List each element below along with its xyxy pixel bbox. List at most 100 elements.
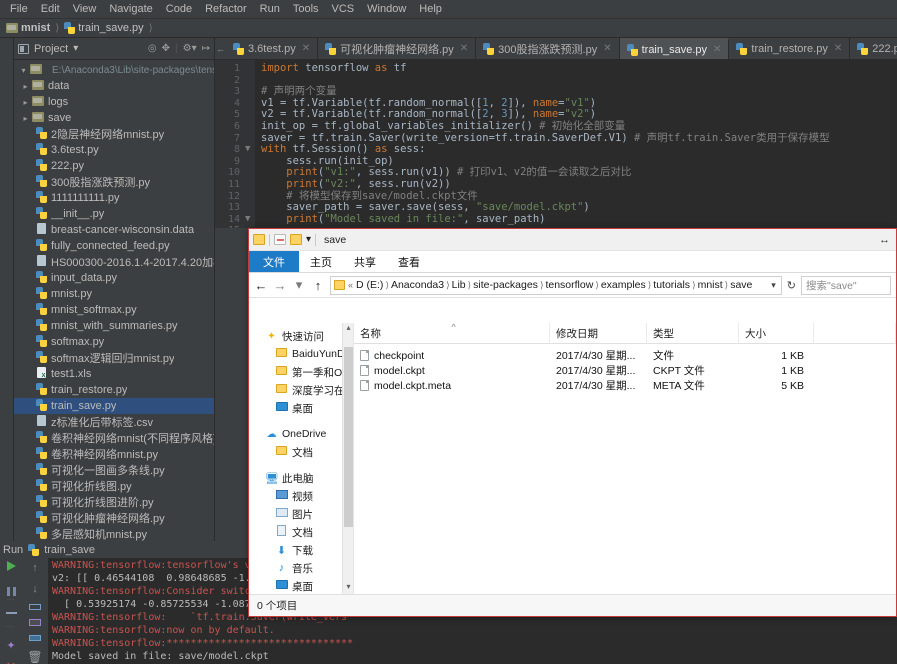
tree-item[interactable]: train_restore.py: [14, 382, 214, 398]
hide-panel-icon[interactable]: ↦: [202, 43, 210, 54]
tree-item[interactable]: 222.py: [14, 158, 214, 174]
code-folding-gutter[interactable]: ▼ ▼: [245, 60, 255, 228]
tree-item[interactable]: 卷积神经网络mnist(不同程序风格).py: [14, 430, 214, 446]
expand-all-icon[interactable]: ✥: [162, 43, 170, 54]
tree-item[interactable]: 3.6test.py: [14, 142, 214, 158]
fold-marker[interactable]: [245, 75, 255, 87]
address-segment[interactable]: D (E:): [356, 279, 383, 291]
new-folder-icon[interactable]: [290, 234, 302, 245]
close-tab-icon[interactable]: ✕: [460, 43, 468, 54]
tree-item[interactable]: mnist_softmax.py: [14, 302, 214, 318]
rerun-icon[interactable]: [6, 561, 16, 571]
fold-marker[interactable]: ▼: [245, 144, 255, 156]
fold-marker[interactable]: ▼: [245, 214, 255, 226]
nav-pane-item[interactable]: 桌面: [249, 399, 353, 417]
close-tab-icon[interactable]: ✕: [834, 43, 842, 54]
fold-marker[interactable]: [245, 98, 255, 110]
refresh-icon[interactable]: ↻: [787, 279, 796, 292]
fold-marker[interactable]: [245, 109, 255, 121]
address-segment[interactable]: Anaconda3: [391, 279, 444, 291]
editor-tab[interactable]: train_restore.py ✕: [729, 38, 851, 59]
menu-item-file[interactable]: File: [4, 1, 34, 18]
tree-item[interactable]: 可视化一图画多条线.py: [14, 462, 214, 478]
tree-item[interactable]: 可视化折线图进阶.py: [14, 494, 214, 510]
editor-tab[interactable]: 222.py✕: [850, 38, 897, 59]
menu-item-refactor[interactable]: Refactor: [199, 1, 253, 18]
address-segment[interactable]: examples: [601, 279, 646, 291]
ribbon-tab[interactable]: 共享: [343, 251, 387, 272]
file-row[interactable]: model.ckpt 2017/4/30 星期... CKPT 文件 1 KB: [354, 363, 896, 378]
file-row[interactable]: model.ckpt.meta 2017/4/30 星期... META 文件 5 K…: [354, 378, 896, 393]
nav-pane-item[interactable]: 🖥 此电脑: [249, 469, 353, 487]
file-list-pane[interactable]: 名称修改日期类型大小 checkpoint 2017/4/30 星期... 文件 1 …: [354, 323, 896, 594]
column-header[interactable]: 修改日期: [550, 323, 647, 344]
address-segment[interactable]: mnist: [698, 279, 723, 291]
code-text[interactable]: import tensorflow as tf # 声明两个变量 v1 = tf.…: [255, 60, 897, 228]
fold-marker[interactable]: [245, 121, 255, 133]
tab-scroll-left-icon[interactable]: ←: [215, 38, 226, 59]
console-view-icon[interactable]: [5, 612, 17, 614]
nav-pane-item[interactable]: 桌面: [249, 577, 353, 594]
column-header[interactable]: 大小: [739, 323, 814, 344]
tree-item[interactable]: train_save.py: [14, 398, 214, 414]
nav-pane-item[interactable]: ♪ 音乐: [249, 559, 353, 577]
address-segment[interactable]: Lib: [452, 279, 466, 291]
customize-qat-icon[interactable]: ▾: [306, 234, 311, 245]
code-editor[interactable]: 12345678910111213141516 ▼ ▼ import tenso…: [215, 60, 897, 228]
tree-item[interactable]: 1111111111.py: [14, 190, 214, 206]
nav-pane-item[interactable]: 深度学习在量化: [249, 381, 353, 399]
tree-item[interactable]: test1.xls: [14, 366, 214, 382]
tree-root-mnist[interactable]: ▾mnistE:\Anaconda3\Lib\site-packages\ten…: [14, 62, 214, 78]
ribbon-tab[interactable]: 文件: [249, 251, 299, 272]
close-tab-icon[interactable]: ✕: [603, 43, 611, 54]
editor-tab[interactable]: 3.6test.py ✕: [226, 38, 319, 59]
resize-handle-icon[interactable]: ↔: [879, 234, 896, 246]
run-config-name[interactable]: train_save: [44, 544, 95, 556]
tree-item[interactable]: 300股指涨跌预测.py: [14, 174, 214, 190]
arrow-up-icon[interactable]: ↑: [32, 562, 38, 574]
scroll-down-icon[interactable]: ▾: [343, 582, 353, 594]
tree-item[interactable]: ▸ logs: [14, 94, 214, 110]
fold-marker[interactable]: [245, 86, 255, 98]
fold-marker[interactable]: [245, 191, 255, 203]
navigation-pane[interactable]: ✦ 快速访问 BaiduYunDownl第一季和OAD深度学习在量化桌面 ☁ OneDr…: [249, 323, 354, 594]
tree-item[interactable]: ▸ save: [14, 110, 214, 126]
menu-item-tools[interactable]: Tools: [287, 1, 325, 18]
menu-item-help[interactable]: Help: [413, 1, 448, 18]
tree-item[interactable]: 2隐层神经网络mnist.py: [14, 126, 214, 142]
ribbon-tab[interactable]: 查看: [387, 251, 431, 272]
locate-icon[interactable]: ◎: [148, 43, 157, 54]
nav-pane-item[interactable]: 图片: [249, 505, 353, 523]
navigation-scrollbar[interactable]: ▴ ▾: [342, 323, 353, 594]
tree-item[interactable]: softmax逻辑回归mnist.py: [14, 350, 214, 366]
file-row[interactable]: checkpoint 2017/4/30 星期... 文件 1 KB: [354, 348, 896, 363]
forward-icon[interactable]: →: [273, 278, 287, 293]
close-tab-icon[interactable]: ✕: [713, 44, 721, 55]
project-tree[interactable]: ▾mnistE:\Anaconda3\Lib\site-packages\ten…: [14, 60, 214, 541]
fold-marker[interactable]: [245, 156, 255, 168]
properties-icon[interactable]: [274, 234, 286, 245]
scrollbar-thumb[interactable]: [344, 347, 353, 527]
address-dropdown-icon[interactable]: ▾: [771, 280, 778, 291]
editor-tab[interactable]: 300股指涨跌预测.py ✕: [476, 38, 620, 59]
tree-item[interactable]: __init__.py: [14, 206, 214, 222]
address-segment[interactable]: tensorflow: [545, 279, 593, 291]
fold-marker[interactable]: [245, 179, 255, 191]
column-header[interactable]: 类型: [647, 323, 739, 344]
tree-item[interactable]: z标准化后带标签.csv: [14, 414, 214, 430]
address-segment[interactable]: tutorials: [653, 279, 690, 291]
fold-marker[interactable]: [245, 63, 255, 75]
menu-item-navigate[interactable]: Navigate: [103, 1, 158, 18]
chevron-right-icon[interactable]: ▸: [20, 98, 31, 107]
tree-item[interactable]: breast-cancer-wisconsin.data: [14, 222, 214, 238]
menu-item-edit[interactable]: Edit: [35, 1, 66, 18]
breadcrumb-file[interactable]: train_save.py: [64, 22, 144, 34]
nav-pane-item[interactable]: 文档: [249, 443, 353, 461]
tree-item[interactable]: mnist.py: [14, 286, 214, 302]
tree-item[interactable]: 多层感知机mnist.py: [14, 526, 214, 541]
gear-icon[interactable]: ⚙▾: [183, 43, 197, 54]
recent-locations-icon[interactable]: ▾: [292, 277, 306, 293]
tree-item[interactable]: mnist_with_summaries.py: [14, 318, 214, 334]
menu-item-code[interactable]: Code: [160, 1, 198, 18]
address-input[interactable]: « D (E:) ⟩ Anaconda3 ⟩ Lib ⟩ site-packages ⟩ ten…: [330, 275, 782, 295]
